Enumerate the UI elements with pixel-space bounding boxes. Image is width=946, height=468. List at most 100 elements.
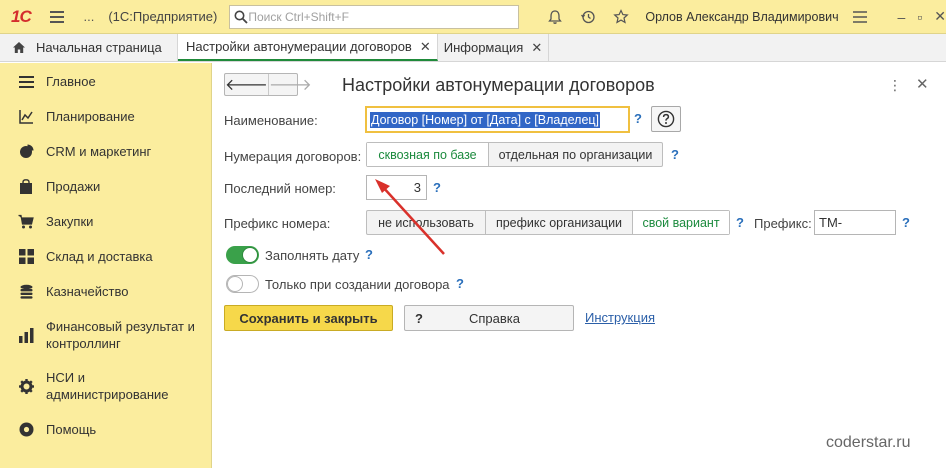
sidebar-item-purchases[interactable]: Закупки bbox=[0, 213, 211, 230]
menu-lines-icon[interactable] bbox=[851, 6, 870, 28]
user-name[interactable]: Орлов Александр Владимирович bbox=[645, 10, 838, 24]
numbering-help-icon[interactable]: ? bbox=[671, 147, 679, 162]
logo-text: 1С bbox=[11, 6, 32, 26]
prefix-mode-help-icon[interactable]: ? bbox=[736, 215, 744, 230]
sidebar-item-treasury[interactable]: Казначейство bbox=[0, 283, 211, 300]
prefix-mode-switch: не использовать префикс организации свой… bbox=[366, 210, 730, 235]
sidebar-item-label-line2: контроллинг bbox=[46, 336, 121, 351]
sidebar-item-label-line2: администрирование bbox=[46, 387, 169, 402]
more-dots[interactable]: ... bbox=[84, 9, 95, 24]
bar-chart-icon bbox=[18, 327, 34, 343]
instruction-link[interactable]: Инструкция bbox=[585, 310, 655, 325]
sidebar-item-label: Казначейство bbox=[46, 284, 129, 299]
minimize-icon[interactable]: – bbox=[898, 9, 906, 25]
sidebar-item-help[interactable]: Помощь bbox=[0, 421, 211, 438]
help-button[interactable]: ? Справка bbox=[404, 305, 574, 331]
hamburger-menu-icon[interactable] bbox=[49, 10, 64, 23]
prefix-field-label: Префикс: bbox=[754, 216, 812, 231]
only-on-create-help-icon[interactable]: ? bbox=[456, 276, 464, 291]
close-tab-icon[interactable]: ✕ bbox=[420, 39, 431, 55]
numbering-label: Нумерация договоров: bbox=[224, 149, 362, 164]
cart-icon bbox=[18, 214, 34, 230]
history-icon[interactable] bbox=[577, 6, 599, 28]
logo-1c[interactable]: 1С bbox=[8, 6, 34, 28]
prefix-mode-label: Префикс номера: bbox=[224, 216, 331, 231]
sidebar-item-financial-result[interactable]: Финансовый результат и контроллинг bbox=[0, 318, 211, 352]
sidebar-item-sales[interactable]: Продажи bbox=[0, 178, 211, 195]
sidebar-item-label: НСИ и администрирование bbox=[46, 369, 169, 403]
prefix-option-none[interactable]: не использовать bbox=[367, 211, 485, 234]
numbering-option-through[interactable]: сквозная по базе bbox=[367, 143, 488, 166]
maximize-icon[interactable]: ▫ bbox=[917, 9, 922, 25]
fill-date-toggle[interactable] bbox=[226, 246, 259, 264]
sidebar-item-label-line1: НСИ и bbox=[46, 370, 85, 385]
pie-chart-icon bbox=[18, 144, 34, 160]
name-label: Наименование: bbox=[224, 113, 318, 128]
tab-autonumbering-settings[interactable]: Настройки автонумерации договоров ✕ bbox=[178, 34, 438, 61]
global-search[interactable] bbox=[229, 4, 520, 29]
tab-label: Настройки автонумерации договоров bbox=[186, 39, 412, 54]
name-input-value: Договор [Номер] от [Дата] с [Владелец] bbox=[370, 111, 601, 128]
top-bar: 1С ... (1С:Предприятие) Орлов Александр … bbox=[0, 0, 946, 34]
more-menu-icon[interactable]: ⋮ bbox=[888, 77, 902, 94]
close-tab-icon[interactable]: ✕ bbox=[531, 40, 542, 56]
settings-form: 🡐 🡒 Настройки автонумерации договоров ⋮ … bbox=[212, 63, 946, 468]
close-window-icon[interactable]: ✕ bbox=[934, 8, 946, 25]
back-arrow-icon[interactable]: 🡐 bbox=[225, 74, 268, 95]
star-icon[interactable] bbox=[610, 6, 632, 28]
sidebar-item-label: Помощь bbox=[46, 422, 97, 437]
only-on-create-toggle[interactable] bbox=[226, 275, 259, 293]
forward-arrow-icon[interactable]: 🡒 bbox=[267, 74, 312, 95]
sidebar-item-label: Склад и доставка bbox=[46, 249, 153, 264]
prefix-input[interactable]: ТМ- bbox=[814, 210, 896, 235]
sidebar: Главное Планирование CRM и маркетинг Про… bbox=[0, 63, 212, 468]
nav-buttons: 🡐 🡒 bbox=[224, 73, 312, 96]
app-title: (1С:Предприятие) bbox=[108, 9, 218, 24]
sidebar-item-label-line1: Финансовый результат и bbox=[46, 319, 195, 334]
format-help-button[interactable] bbox=[651, 106, 681, 132]
fill-date-help-icon[interactable]: ? bbox=[365, 247, 373, 262]
sidebar-item-label: Финансовый результат и контроллинг bbox=[46, 318, 195, 352]
last-number-label: Последний номер: bbox=[224, 181, 336, 196]
bag-icon bbox=[18, 179, 34, 195]
sidebar-item-main[interactable]: Главное bbox=[0, 73, 211, 90]
tab-label: Начальная страница bbox=[36, 40, 162, 55]
warehouse-icon bbox=[18, 249, 34, 265]
help-icon bbox=[18, 422, 34, 438]
prefix-help-icon[interactable]: ? bbox=[902, 215, 910, 230]
close-form-icon[interactable]: ✕ bbox=[916, 75, 929, 93]
search-icon bbox=[234, 10, 248, 24]
search-input[interactable] bbox=[248, 9, 519, 24]
tab-label: Информация bbox=[443, 40, 524, 55]
menu-icon bbox=[18, 74, 34, 90]
tab-home[interactable]: Начальная страница bbox=[0, 34, 178, 61]
bell-icon[interactable] bbox=[544, 6, 566, 28]
name-input[interactable]: Договор [Номер] от [Дата] с [Владелец] bbox=[365, 106, 630, 133]
last-number-input[interactable]: 3 bbox=[366, 175, 427, 200]
sidebar-item-label: Планирование bbox=[46, 109, 135, 124]
sidebar-item-admin[interactable]: НСИ и администрирование bbox=[0, 369, 211, 403]
help-button-label: Справка bbox=[469, 310, 520, 326]
tab-information[interactable]: Информация ✕ bbox=[438, 34, 550, 61]
sidebar-item-planning[interactable]: Планирование bbox=[0, 108, 211, 125]
save-and-close-button[interactable]: Сохранить и закрыть bbox=[224, 305, 393, 331]
numbering-switch: сквозная по базе отдельная по организаци… bbox=[366, 142, 663, 167]
sidebar-item-label: Главное bbox=[46, 74, 96, 89]
numbering-option-separate[interactable]: отдельная по организации bbox=[488, 143, 662, 166]
page-title: Настройки автонумерации договоров bbox=[342, 75, 655, 95]
gear-icon bbox=[18, 378, 34, 394]
tab-bar: Начальная страница Настройки автонумерац… bbox=[0, 34, 946, 62]
question-circle-icon bbox=[657, 110, 675, 128]
sidebar-item-warehouse[interactable]: Склад и доставка bbox=[0, 248, 211, 265]
sidebar-item-crm[interactable]: CRM и маркетинг bbox=[0, 143, 211, 160]
prefix-option-organization[interactable]: префикс организации bbox=[485, 211, 632, 234]
home-icon bbox=[13, 42, 25, 53]
name-help-icon[interactable]: ? bbox=[634, 111, 642, 126]
planning-icon bbox=[18, 109, 34, 125]
coins-icon bbox=[18, 284, 34, 300]
last-number-help-icon[interactable]: ? bbox=[433, 180, 441, 195]
help-button-question: ? bbox=[415, 310, 423, 326]
prefix-option-custom[interactable]: свой вариант bbox=[632, 211, 729, 234]
only-on-create-label: Только при создании договора bbox=[265, 277, 450, 292]
watermark: coderstar.ru bbox=[826, 434, 911, 451]
